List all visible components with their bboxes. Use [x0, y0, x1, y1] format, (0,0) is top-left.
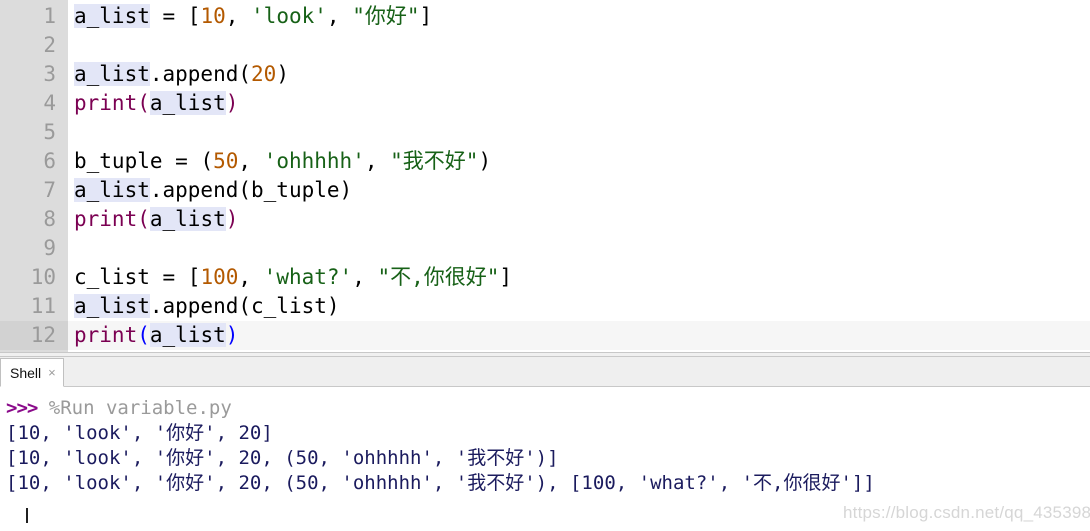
token-identifier: c_list: [251, 294, 327, 318]
token-identifier: c_list: [74, 265, 150, 289]
token-comma: ,: [225, 4, 252, 28]
token-paren: ): [339, 178, 353, 202]
code-text-area[interactable]: a_list = [10, 'look', "你好"] a_list.appen…: [68, 0, 1090, 352]
code-line-6[interactable]: b_tuple = (50, 'ohhhhh', "我不好"): [68, 147, 1090, 176]
shell-command: %Run variable.py: [48, 397, 232, 419]
token-bracket: ]: [419, 4, 433, 28]
line-number: 1: [43, 4, 56, 28]
token-paren: ): [326, 294, 340, 318]
tab-shell-label: Shell: [10, 364, 42, 381]
token-number: 10: [200, 4, 226, 28]
token-identifier: a_list: [74, 294, 150, 318]
line-number: 12: [0, 321, 68, 350]
code-editor-pane[interactable]: 1 2 3 4 5 6 7 8 9 10 11 12 a_list = [10,…: [0, 0, 1090, 352]
token-comma: ,: [326, 4, 353, 28]
token-comma: ,: [364, 149, 391, 173]
line-number-gutter: 1 2 3 4 5 6 7 8 9 10 11 12: [0, 0, 68, 352]
tab-shell[interactable]: Shell ×: [0, 358, 64, 387]
code-line-7[interactable]: a_list.append(b_tuple): [68, 176, 1090, 205]
token-keyword: print: [74, 323, 138, 347]
token-identifier: a_list: [74, 62, 150, 86]
line-number: 11: [30, 294, 56, 318]
token-operator: = (: [162, 149, 214, 173]
line-number: 7: [43, 178, 56, 202]
token-matched-paren: (: [137, 323, 150, 347]
token-paren: (: [137, 91, 150, 115]
token-paren: (: [137, 207, 150, 231]
code-line-2[interactable]: [68, 31, 1090, 60]
token-identifier: a_list: [149, 91, 226, 115]
token-number: 100: [200, 265, 239, 289]
shell-output-line: [10, 'look', '你好', 20, (50, 'ohhhhh', '我…: [6, 472, 875, 494]
token-paren: ): [276, 62, 289, 86]
token-identifier: a_list: [74, 4, 150, 28]
code-line-3[interactable]: a_list.append(20): [68, 60, 1090, 89]
bottom-panel-tabstrip: Shell ×: [0, 357, 1090, 387]
token-identifier: a_list: [74, 178, 150, 202]
token-keyword: print: [74, 91, 138, 115]
token-method-call: .append(: [149, 294, 252, 318]
shell-prompt: >>>: [6, 397, 38, 419]
code-line-8[interactable]: print(a_list): [68, 205, 1090, 234]
token-comma: ,: [238, 149, 264, 173]
token-identifier: b_tuple: [74, 149, 163, 173]
code-line-1[interactable]: a_list = [10, 'look', "你好"]: [68, 2, 1090, 31]
token-paren: ): [225, 207, 239, 231]
token-number: 20: [251, 62, 277, 86]
token-identifier: b_tuple: [251, 178, 340, 202]
line-number: 10: [30, 265, 56, 289]
text-caret: [26, 508, 28, 523]
token-operator: = [: [149, 265, 201, 289]
token-operator: = [: [149, 4, 201, 28]
shell-command-line: >>> %Run variable.py: [0, 396, 1090, 421]
code-line-11[interactable]: a_list.append(c_list): [68, 292, 1090, 321]
line-number: 3: [43, 62, 56, 86]
token-comma: ,: [352, 265, 378, 289]
token-string: "你好": [352, 4, 420, 28]
code-line-10[interactable]: c_list = [100, 'what?', "不,你很好"]: [68, 263, 1090, 292]
code-line-5[interactable]: [68, 118, 1090, 147]
token-comma: ,: [238, 265, 264, 289]
token-keyword: print: [74, 207, 138, 231]
line-number: 2: [43, 33, 56, 57]
token-paren: ): [478, 149, 492, 173]
token-number: 50: [213, 149, 239, 173]
shell-pane[interactable]: >>> %Run variable.py [10, 'look', '你好', …: [0, 387, 1090, 531]
line-number: 5: [43, 120, 56, 144]
token-identifier: a_list: [149, 323, 226, 347]
close-icon[interactable]: ×: [48, 366, 56, 379]
code-line-9[interactable]: [68, 234, 1090, 263]
token-identifier: a_list: [149, 207, 226, 231]
shell-output-line: [10, 'look', '你好', 20, (50, 'ohhhhh', '我…: [6, 447, 559, 469]
token-string: 'ohhhhh': [263, 149, 365, 173]
token-method-call: .append(: [149, 178, 252, 202]
thonny-ide-window: 1 2 3 4 5 6 7 8 9 10 11 12 a_list = [10,…: [0, 0, 1090, 531]
code-line-4[interactable]: print(a_list): [68, 89, 1090, 118]
token-paren: ): [225, 91, 239, 115]
line-number: 4: [43, 91, 56, 115]
token-string: 'look': [251, 4, 327, 28]
token-bracket: ]: [499, 265, 513, 289]
token-string: 'what?': [263, 265, 353, 289]
line-number: 8: [43, 207, 56, 231]
token-string: "不,你很好": [377, 265, 500, 289]
token-matched-paren: ): [225, 323, 239, 347]
token-string: "我不好": [390, 149, 479, 173]
code-line-12[interactable]: print(a_list): [68, 321, 1090, 350]
line-number: 9: [43, 236, 56, 260]
shell-output-line: [10, 'look', '你好', 20]: [6, 422, 273, 444]
token-method-call: .append(: [149, 62, 252, 86]
line-number: 6: [43, 149, 56, 173]
